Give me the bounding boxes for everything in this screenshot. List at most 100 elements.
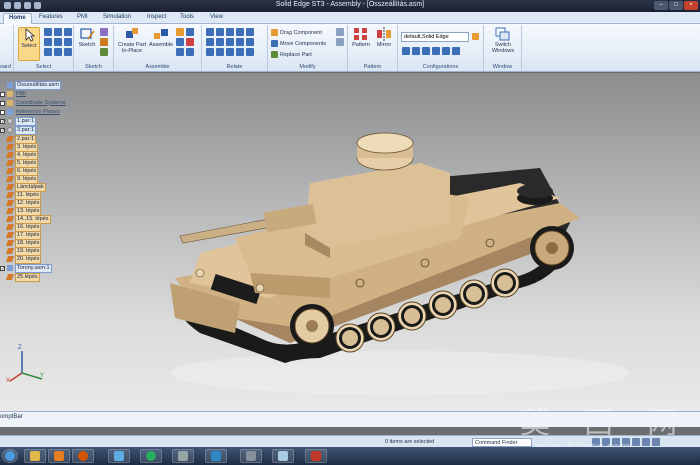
cursor-icon [21,28,37,42]
delete-component-icon[interactable] [186,38,194,46]
mirror-button[interactable]: Mirror [373,27,395,48]
mate-icon[interactable] [206,28,214,36]
connect-icon[interactable] [246,28,254,36]
tab-home[interactable]: Home [3,13,32,24]
start-button[interactable] [2,449,18,463]
select-reverse-icon[interactable] [54,48,62,56]
assembly-step-icon [5,168,15,174]
config-show-only-icon[interactable] [422,47,430,55]
assembly-step-icon [5,256,15,262]
tree-item[interactable]: Reference Planes [0,108,61,116]
graphics-viewport[interactable]: Z X Y [0,73,700,411]
assembly-step-icon [5,208,15,214]
part-icon [7,127,13,133]
config-display-icon[interactable] [432,47,440,55]
planar-align-icon[interactable] [216,28,224,36]
view-orientation-icon[interactable] [642,438,650,446]
select-button[interactable]: Select [18,27,40,61]
cam-icon[interactable] [226,38,234,46]
select-clear-icon[interactable] [64,48,72,56]
pattern-component-icon[interactable] [186,28,194,36]
tree-item[interactable]: ✓ 1.par:1 [0,116,37,126]
taskbar-chrome[interactable] [140,449,162,463]
replace-part-button[interactable]: Replace Part [271,51,312,58]
center-plane-icon[interactable] [216,48,224,56]
config-hide-icon[interactable] [412,47,420,55]
tank-model[interactable] [0,73,700,411]
assembly-step-icon [5,248,15,254]
taskbar-solid-edge[interactable] [205,449,227,463]
taskbar-firefox[interactable] [72,449,94,463]
select-all-icon[interactable] [64,28,72,36]
tab-features[interactable]: Features [34,13,68,24]
tree-item[interactable]: ✓ 3.par:1 [0,125,37,135]
tab-tools[interactable]: Tools [175,13,199,24]
visibility-checkbox[interactable]: ✓ [0,265,5,271]
match-cs-icon[interactable] [206,48,214,56]
path-icon[interactable] [246,48,254,56]
tree-item[interactable]: Coordinate Systems [0,99,67,107]
tree-item[interactable]: 20. lépés [0,254,42,264]
tangent-icon[interactable] [216,38,224,46]
config-select-icon[interactable] [452,47,460,55]
parallel-icon[interactable] [246,38,254,46]
taskbar-app4[interactable] [272,449,294,463]
disperse-component-icon[interactable] [186,48,194,56]
taskbar-explorer[interactable] [24,449,46,463]
create-part-in-place-button[interactable]: Create Part In-Place [116,27,148,54]
assemble-button[interactable]: Assemble [149,27,173,48]
drag-component-button[interactable]: Drag Component [271,29,322,36]
replace-part-icon [271,51,278,58]
rotate-icon[interactable] [632,438,640,446]
switch-windows-button[interactable]: Switch Windows [486,27,520,54]
tree-item[interactable]: ✓ Torony.asm:1 [0,263,52,273]
angle-icon[interactable] [206,38,214,46]
select-window-icon[interactable] [54,28,62,36]
tab-pmi[interactable]: PMI [72,13,93,24]
transfer-component-icon[interactable] [176,48,184,56]
sketch-button[interactable]: Sketch [77,27,97,48]
ground-icon[interactable] [236,48,244,56]
visibility-checkbox[interactable]: ✓ [0,118,5,124]
render-style-icon[interactable] [652,438,660,446]
tree-item[interactable]: 25.lépés [0,272,40,282]
configuration-select[interactable]: default,Solid Edge [401,32,469,42]
select-parts-icon[interactable] [44,38,52,46]
insert-component-icon[interactable] [176,28,184,36]
tab-inspect[interactable]: Inspect [142,13,171,24]
taskbar-app2[interactable] [172,449,194,463]
insert-relation-icon[interactable] [236,28,244,36]
sketch-circle-icon[interactable] [100,48,108,56]
tab-simulation[interactable]: Simulation [98,13,136,24]
replace-component-icon[interactable] [176,38,184,46]
modify-options-icon[interactable] [336,38,344,46]
sketch-line-icon[interactable] [100,28,108,36]
minimize-button[interactable]: – [654,1,668,10]
move-components-button[interactable]: Move Components [271,40,326,47]
visibility-checkbox[interactable]: ✓ [0,127,5,133]
command-finder-input[interactable]: Command Finder [472,438,532,447]
taskbar-app5[interactable] [305,449,327,463]
maximize-button[interactable]: □ [669,1,683,10]
rigid-set-icon[interactable] [226,48,234,56]
taskbar-app[interactable] [108,449,130,463]
tree-item[interactable]: PMI [0,90,27,98]
configuration-save-icon[interactable] [472,33,479,40]
config-show-icon[interactable] [402,47,410,55]
tab-view[interactable]: View [205,13,228,24]
pattern-button[interactable]: Pattern [350,27,372,48]
gear-relation-icon[interactable] [236,38,244,46]
taskbar-media-player[interactable] [48,449,70,463]
sketch-arc-icon[interactable] [100,38,108,46]
close-button[interactable]: × [684,1,698,10]
select-edges-icon[interactable] [44,48,52,56]
select-filter-icon[interactable] [44,28,52,36]
taskbar-app3[interactable] [240,449,262,463]
config-zone-icon[interactable] [442,47,450,55]
modify-more-icon[interactable] [336,28,344,36]
select-subasm-icon[interactable] [54,38,62,46]
mirror-icon [376,27,392,41]
tree-item[interactable]: Összeállítás.asm [0,80,61,90]
axial-align-icon[interactable] [226,28,234,36]
select-faces-icon[interactable] [64,38,72,46]
